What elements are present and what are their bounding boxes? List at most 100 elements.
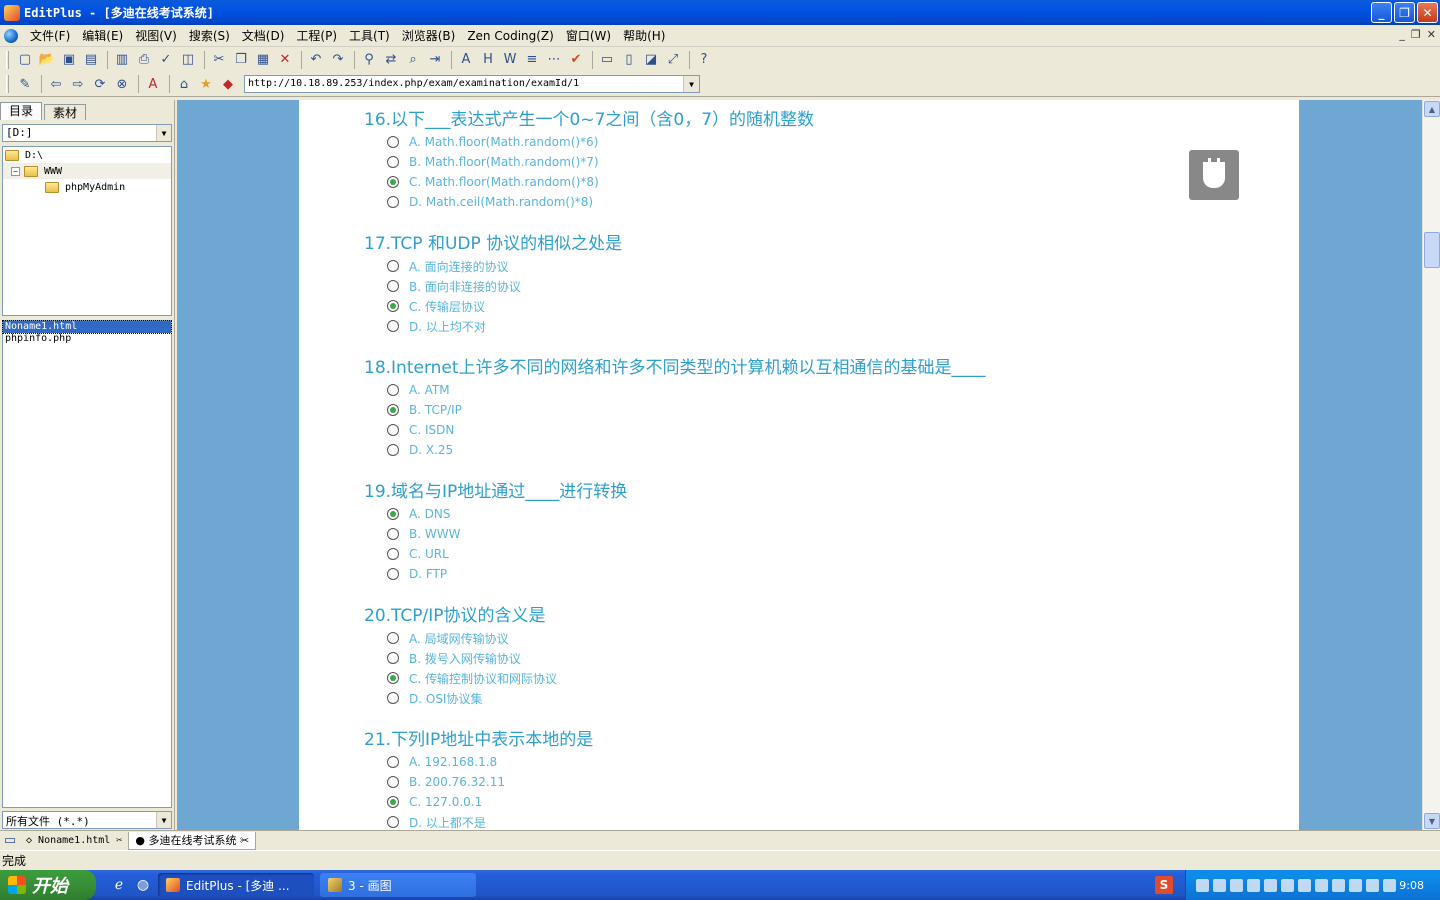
answer-option[interactable]: D. FTP [364, 564, 627, 584]
menu-document[interactable]: 文档(D) [236, 25, 291, 47]
font-icon[interactable]: A [456, 50, 476, 70]
stop-icon[interactable]: ⊗ [112, 74, 132, 94]
mdi-restore-button[interactable]: ❐ [1411, 28, 1421, 41]
answer-option[interactable]: D. OSI协议集 [364, 688, 557, 708]
tray-icon[interactable] [1213, 878, 1226, 892]
floating-widget[interactable] [1189, 150, 1239, 200]
tray-icon[interactable] [1315, 878, 1328, 892]
fullscreen-icon[interactable]: ⤢ [663, 50, 683, 70]
globe-icon[interactable] [4, 28, 18, 43]
output-window-icon[interactable]: ▯ [619, 50, 639, 70]
answer-option[interactable]: C. URL [364, 544, 627, 564]
menu-search[interactable]: 搜索(S) [183, 25, 236, 47]
mdi-minimize-button[interactable]: _ [1399, 28, 1405, 41]
answer-option[interactable]: A. DNS [364, 504, 627, 524]
chevron-down-icon[interactable]: ▼ [156, 812, 171, 828]
answer-option[interactable]: C. 传输层协议 [364, 296, 622, 316]
minimize-button[interactable]: _ [1371, 2, 1392, 23]
answer-option[interactable]: D. Math.ceil(Math.random()*8) [364, 192, 814, 212]
answer-option[interactable]: D. 以上都不是 [364, 812, 593, 830]
answer-option[interactable]: A. Math.floor(Math.random()*6) [364, 132, 814, 152]
answer-option[interactable]: A. 局域网传输协议 [364, 628, 557, 648]
refresh-icon[interactable]: ⟳ [90, 74, 110, 94]
menu-view[interactable]: 视图(V) [129, 25, 183, 47]
file-filter-select[interactable]: 所有文件 (*.*) ▼ [2, 811, 172, 829]
word-wrap-icon[interactable]: W [500, 50, 520, 70]
pencil-edit-icon[interactable]: ✎ [15, 74, 35, 94]
close-button[interactable]: ✕ [1417, 2, 1438, 23]
menu-window[interactable]: 窗口(W) [560, 25, 617, 47]
network-icon[interactable] [1383, 878, 1396, 892]
directory-window-icon[interactable]: ▭ [597, 50, 617, 70]
answer-option[interactable]: A. 面向连接的协议 [364, 256, 622, 276]
radio-icon[interactable] [387, 384, 399, 396]
toolbar-grip[interactable] [6, 50, 9, 69]
menu-help[interactable]: 帮助(H) [617, 25, 671, 47]
radio-checked-icon[interactable] [387, 508, 399, 520]
find-icon[interactable]: ⚲ [359, 50, 379, 70]
answer-option[interactable]: B. WWW [364, 524, 627, 544]
url-dropdown-icon[interactable]: ▼ [683, 76, 699, 92]
find-in-files-icon[interactable]: ⌕ [403, 50, 423, 70]
chevron-down-icon[interactable]: ▼ [156, 125, 171, 141]
paste-icon[interactable]: ▦ [253, 50, 273, 70]
favorites-star-icon[interactable]: ★ [196, 74, 216, 94]
radio-icon[interactable] [387, 260, 399, 272]
answer-option[interactable]: C. 传输控制协议和网际协议 [364, 668, 557, 688]
folder-toggle-icon[interactable]: ▭ [2, 831, 18, 851]
check-icon[interactable]: ✔ [566, 50, 586, 70]
radio-icon[interactable] [387, 156, 399, 168]
print-preview-icon[interactable]: ▥ [112, 50, 132, 70]
cliptext-icon[interactable]: ◪ [641, 50, 661, 70]
radio-checked-icon[interactable] [387, 300, 399, 312]
undo-icon[interactable]: ↶ [306, 50, 326, 70]
radio-icon[interactable] [387, 136, 399, 148]
scroll-down-icon[interactable]: ▼ [1424, 813, 1440, 829]
tree-item-d-drive[interactable]: D:\ [3, 147, 171, 163]
goto-line-icon[interactable]: ⇥ [425, 50, 445, 70]
answer-option[interactable]: C. ISDN [364, 420, 986, 440]
radio-icon[interactable] [387, 816, 399, 828]
forward-icon[interactable]: ⇨ [68, 74, 88, 94]
answer-option[interactable]: A. 192.168.1.8 [364, 752, 593, 772]
answer-option[interactable]: C. 127.0.0.1 [364, 792, 593, 812]
home-icon[interactable]: ⌂ [174, 74, 194, 94]
toolbar-grip[interactable] [6, 75, 9, 93]
editplus-app-icon[interactable] [4, 4, 20, 21]
tray-icon[interactable] [1349, 878, 1362, 892]
volume-icon[interactable] [1366, 878, 1379, 892]
restore-button[interactable]: ❐ [1394, 2, 1415, 23]
radio-checked-icon[interactable] [387, 796, 399, 808]
answer-option[interactable]: C. Math.floor(Math.random()*8) [364, 172, 814, 192]
answer-option[interactable]: D. X.25 [364, 440, 986, 460]
menu-browser[interactable]: 浏览器(B) [396, 25, 462, 47]
answer-option[interactable]: B. 面向非连接的协议 [364, 276, 622, 296]
menu-project[interactable]: 工程(P) [290, 25, 343, 47]
scroll-up-icon[interactable]: ▲ [1424, 101, 1440, 117]
tab-directory[interactable]: 目录 [0, 102, 43, 120]
radio-icon[interactable] [387, 756, 399, 768]
redo-icon[interactable]: ↷ [328, 50, 348, 70]
menu-file[interactable]: 文件(F) [24, 25, 76, 47]
new-file-icon[interactable]: ▢ [15, 50, 35, 70]
answer-option[interactable]: B. TCP/IP [364, 400, 986, 420]
radio-icon[interactable] [387, 320, 399, 332]
ruler-icon[interactable]: ⋯ [544, 50, 564, 70]
file-item-phpinfo[interactable]: phpinfo.php [3, 333, 171, 345]
menu-zen-coding[interactable]: Zen Coding(Z) [461, 25, 560, 47]
doc-tab-exam-system[interactable]: ● 多迪在线考试系统 ✂ [128, 831, 257, 850]
radio-icon[interactable] [387, 424, 399, 436]
radio-icon[interactable] [387, 548, 399, 560]
tray-icon[interactable] [1196, 878, 1209, 892]
radio-icon[interactable] [387, 632, 399, 644]
radio-icon[interactable] [387, 776, 399, 788]
print-icon[interactable]: ⎙ [134, 50, 154, 70]
drive-select[interactable]: [D:] ▼ [2, 124, 172, 142]
help-cursor-icon[interactable]: ? [694, 50, 714, 70]
answer-option[interactable]: B. Math.floor(Math.random()*7) [364, 152, 814, 172]
tray-icon[interactable] [1230, 878, 1243, 892]
tray-icon[interactable] [1247, 878, 1260, 892]
radio-icon[interactable] [387, 692, 399, 704]
tab-clipboard[interactable]: 素材 [44, 104, 87, 120]
heading-icon[interactable]: H [478, 50, 498, 70]
